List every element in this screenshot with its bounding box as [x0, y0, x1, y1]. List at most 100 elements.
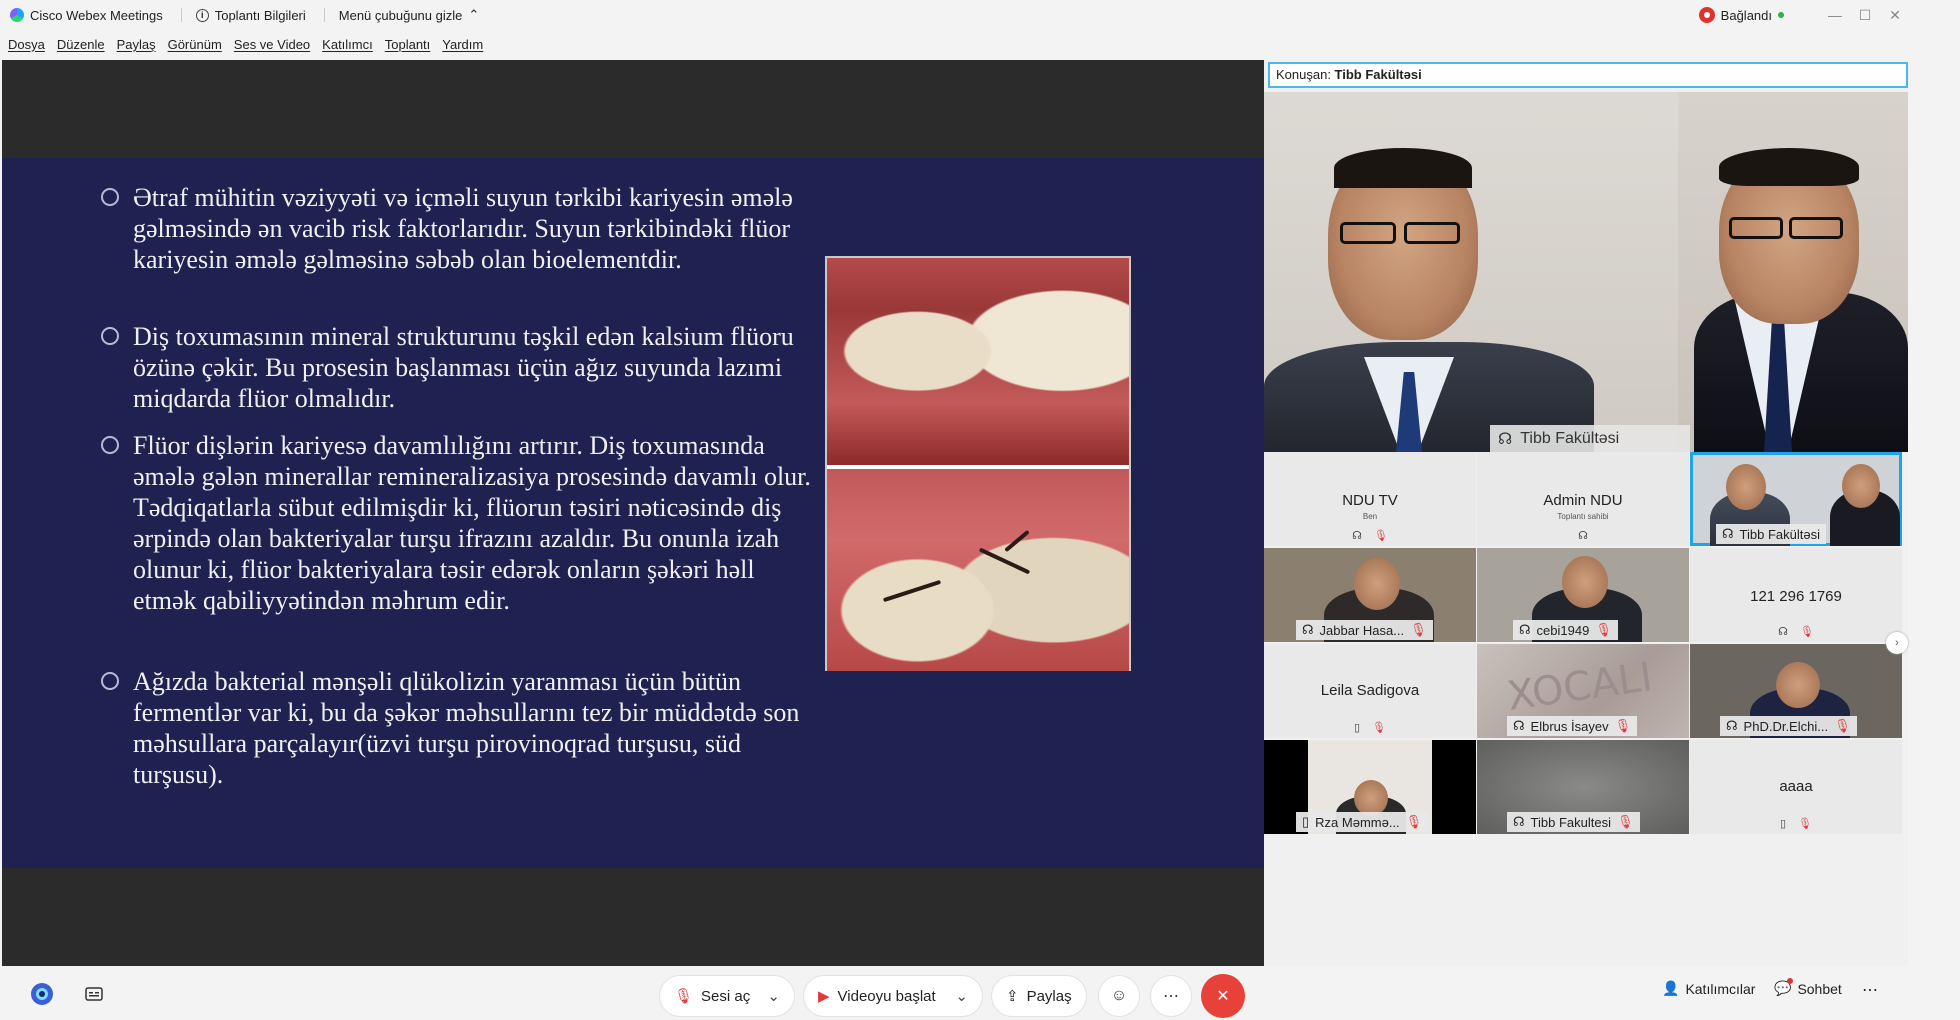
active-speaker-video[interactable]: ☊ Tibb Fakültəsi	[1264, 92, 1908, 452]
chat-button[interactable]: 💬 Sohbet	[1774, 978, 1842, 997]
participant-tile[interactable]: ☊ Jabbar Hasa... 🎙	[1264, 548, 1476, 642]
slide-bullet: Ətraf mühitin vəziyyəti və içməli suyun …	[101, 182, 813, 275]
participant-tile[interactable]: 121 296 1769 ☊ 🎙	[1690, 548, 1902, 642]
hide-menu-button[interactable]: Menü çubuğunu gizle ⌃	[339, 7, 480, 23]
chat-icon: 💬	[1774, 978, 1794, 996]
unmute-button[interactable]: 🎙 Sesi aç ⌄	[660, 976, 794, 1016]
audio-icon: ☊	[1513, 814, 1525, 829]
participant-label: ☊ Jabbar Hasa... 🎙	[1296, 620, 1433, 640]
participant-name: cebi1949	[1536, 622, 1590, 638]
mic-muted-icon: 🎙	[1616, 814, 1634, 829]
participant-tile[interactable]: NDU TV Ben ☊ 🎙	[1264, 452, 1476, 546]
teeth-photo-top	[827, 258, 1129, 465]
captions-icon[interactable]	[74, 974, 114, 1014]
participant-tile[interactable]: ☊ cebi1949 🎙	[1477, 548, 1689, 642]
webex-logo-icon	[10, 8, 24, 22]
speaker-prefix: Konuşan:	[1276, 67, 1335, 82]
menu-help[interactable]: Yardım	[442, 37, 483, 52]
participant-role: Toplantı sahibi	[1557, 512, 1609, 521]
shared-content-area[interactable]: Ətraf mühitin vəziyyəti və içməli suyun …	[2, 60, 1264, 966]
start-video-label: Videoyu başlat	[837, 987, 936, 1005]
menu-file[interactable]: Dosya	[8, 37, 45, 52]
participant-tile[interactable]: Admin NDU Toplantı sahibi ☊	[1477, 452, 1689, 546]
participant-name: Tibb Fakultesi	[1530, 814, 1611, 830]
participant-tile[interactable]: ☊ PhD.Dr.Elchi... 🎙	[1690, 644, 1902, 738]
assistant-icon[interactable]	[22, 974, 62, 1014]
teeth-photo-bottom	[827, 469, 1129, 671]
next-page-icon[interactable]: ›	[1886, 632, 1908, 654]
active-speaker-bar: Konuşan: Tibb Fakültəsi	[1268, 62, 1908, 88]
menu-view[interactable]: Görünüm	[168, 37, 222, 52]
maximize-icon[interactable]: ☐	[1850, 7, 1880, 24]
slide-bullet: Flüor dişlərin kariyesə davamlılığını ar…	[101, 430, 813, 616]
background-graffiti: XOCALI	[1504, 654, 1656, 720]
participant-label: ☊ PhD.Dr.Elchi... 🎙	[1720, 716, 1857, 736]
participant-name: PhD.Dr.Elchi...	[1743, 718, 1829, 734]
participant-tile[interactable]: Leila Sadigova ▯ 🎙	[1264, 644, 1476, 738]
mic-muted-icon: 🎙	[1373, 530, 1388, 542]
participant-label: ☊ Tibb Fakültəsi	[1716, 524, 1826, 544]
video-panel: Konuşan: Tibb Fakültəsi ☊ Tibb Fakültəsi…	[1264, 60, 1908, 966]
bullet-circle-icon	[101, 672, 119, 690]
chat-label: Sohbet	[1797, 980, 1842, 997]
close-icon[interactable]: ✕	[1880, 7, 1910, 24]
participant-label: ☊ cebi1949 🎙	[1513, 620, 1618, 640]
audio-icon: ☊	[1726, 718, 1738, 733]
start-video-button[interactable]: ▶ Videoyu başlat ⌄	[804, 976, 982, 1016]
participant-tile[interactable]: ☊ Tibb Fakultesi 🎙	[1477, 740, 1689, 834]
audio-icon: ☊	[1513, 718, 1525, 733]
menu-audio-video[interactable]: Ses ve Video	[234, 37, 310, 52]
audio-icon: ☊	[1302, 622, 1314, 637]
participants-label: Katılımcılar	[1685, 980, 1756, 997]
record-icon	[1698, 7, 1715, 23]
chevron-down-icon[interactable]: ⌄	[767, 987, 780, 1005]
smiley-icon: ☺	[1110, 987, 1128, 1004]
phone-icon: ▯	[1779, 818, 1787, 830]
close-icon: ✕	[1216, 988, 1230, 1005]
status-dot-icon	[1778, 12, 1784, 18]
participant-tile[interactable]: ▯ Rza Məmmə... 🎙	[1264, 740, 1476, 834]
participant-tile[interactable]: XOCALI ☊ Elbrus İsayev 🎙	[1477, 644, 1689, 738]
bullet-text: Diş toxumasının mineral strukturunu təşk…	[133, 322, 794, 413]
audio-icon: ☊	[1498, 430, 1513, 448]
audio-icon: ☊	[1519, 622, 1531, 637]
menu-bar: Dosya Düzenle Paylaş Görünüm Ses ve Vide…	[0, 30, 1960, 58]
participant-label: ☊ Elbrus İsayev 🎙	[1507, 716, 1638, 736]
menu-participant[interactable]: Katılımcı	[322, 37, 373, 52]
participant-name: Admin NDU	[1543, 492, 1623, 509]
unmute-label: Sesi aç	[701, 987, 751, 1005]
share-label: Paylaş	[1026, 987, 1072, 1005]
bullet-text: Flüor dişlərin kariyesə davamlılığını ar…	[133, 431, 811, 615]
bullet-text: Ətraf mühitin vəziyyəti və içməli suyun …	[133, 183, 793, 274]
share-button[interactable]: ⇪ Paylaş	[992, 976, 1086, 1016]
mic-muted-icon: 🎙	[1410, 622, 1427, 637]
audio-icon: ☊	[1722, 526, 1734, 541]
more-icon: ⋯	[1163, 988, 1179, 1005]
participant-name: Elbrus İsayev	[1530, 718, 1609, 734]
leave-meeting-button[interactable]: ✕	[1201, 974, 1245, 1018]
participant-role: Ben	[1362, 512, 1378, 521]
mic-muted-icon: 🎙	[1834, 718, 1851, 733]
menu-meeting[interactable]: Toplantı	[385, 37, 431, 52]
reactions-button[interactable]: ☺	[1099, 976, 1139, 1016]
mic-muted-icon: 🎙	[1372, 722, 1387, 734]
bullet-circle-icon	[101, 188, 119, 206]
connection-status[interactable]: Bağlandı	[1698, 7, 1784, 23]
menu-edit[interactable]: Düzenle	[57, 37, 105, 52]
panel-options-button[interactable]: ⋯	[1862, 980, 1878, 1000]
hide-menu-label: Menü çubuğunu gizle	[338, 7, 463, 23]
chevron-down-icon[interactable]: ⌄	[955, 987, 968, 1005]
participant-tile-selected[interactable]: ☊ Tibb Fakültəsi	[1690, 452, 1902, 546]
meeting-info-button[interactable]: i Toplantı Bilgileri	[195, 8, 306, 23]
minimize-icon[interactable]: —	[1820, 7, 1850, 23]
participant-tile[interactable]: aaaa ▯ 🎙	[1690, 740, 1902, 834]
meeting-toolbar: 🎙 Sesi aç ⌄ ▶ Videoyu başlat ⌄ ⇪ Paylaş …	[0, 966, 1960, 1020]
menu-share[interactable]: Paylaş	[117, 37, 156, 52]
audio-icon: ☊	[1352, 530, 1362, 542]
participants-button[interactable]: 👤 Katılımcılar	[1662, 980, 1755, 997]
teeth-photo	[825, 256, 1131, 671]
video-off-icon: ▶	[818, 988, 830, 1005]
mic-muted-icon: 🎙	[1798, 818, 1813, 830]
more-options-button[interactable]: ⋯	[1151, 976, 1191, 1016]
participant-name: Tibb Fakültəsi	[1739, 526, 1820, 542]
